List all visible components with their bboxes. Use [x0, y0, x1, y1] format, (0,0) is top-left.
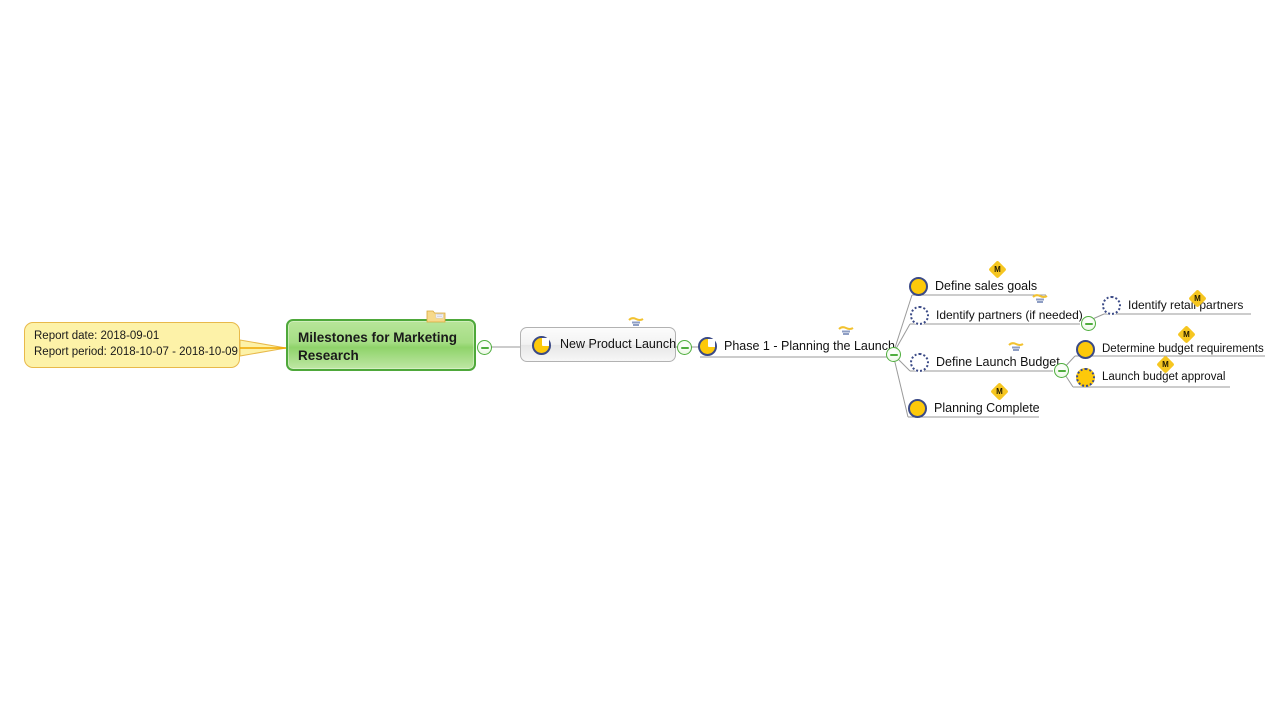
milestone-badge-determine-budget-requirements: M: [1177, 325, 1196, 344]
collapse-button-root[interactable]: [477, 340, 492, 355]
filled-circle-icon: [908, 399, 927, 418]
branch-label: Define sales goals: [935, 279, 1038, 293]
collapse-button-topic[interactable]: [677, 340, 692, 355]
ring-circle-icon: [1102, 296, 1121, 315]
milestone-badge-identify-retail-partners: M: [1188, 289, 1207, 308]
task-note-icon-identify-partners: [1032, 294, 1048, 303]
milestone-letter: M: [1162, 360, 1169, 369]
collapse-button-identify-partners[interactable]: [1081, 316, 1096, 331]
milestone-badge-planning-complete: M: [990, 382, 1009, 401]
milestone-badge-launch-budget-approval: M: [1156, 355, 1175, 374]
folder-icon: [426, 310, 446, 323]
topic-label: New Product Launch: [560, 337, 677, 351]
pie-quarter-icon-phase: [698, 337, 717, 356]
task-note-icon-define-launch-budget: [1008, 342, 1024, 351]
branch-label: Planning Complete: [934, 401, 1040, 415]
filled-circle-icon: [909, 277, 928, 296]
report-period-line: Report period: 2018-10-07 - 2018-10-09: [34, 346, 238, 359]
milestone-badge-define-sales-goals: M: [988, 260, 1007, 279]
root-node[interactable]: Milestones for Marketing Research: [286, 310, 476, 371]
task-note-icon-phase: [838, 326, 854, 335]
phase-label: Phase 1 - Planning the Launch: [724, 339, 895, 353]
pie-quarter-icon: [532, 336, 551, 355]
subbranch-label: Determine budget requirements: [1102, 343, 1264, 355]
subbranch-label: Identify retail partners: [1128, 298, 1244, 312]
milestone-letter: M: [1194, 294, 1201, 303]
collapse-button-phase[interactable]: [886, 347, 901, 362]
milestone-letter: M: [994, 265, 1001, 274]
collapse-button-define-launch-budget[interactable]: [1054, 363, 1069, 378]
ring-circle-icon: [910, 353, 929, 372]
milestone-letter: M: [996, 387, 1003, 396]
milestone-letter: M: [1183, 330, 1190, 339]
root-label: Milestones for Marketing Research: [298, 330, 458, 363]
branch-label: Identify partners (if needed): [936, 308, 1083, 322]
ring-circle-icon: [910, 306, 929, 325]
topic-node-new-product-launch[interactable]: New Product Launch: [520, 327, 676, 362]
filled-dotted-circle-icon: [1076, 368, 1095, 387]
report-date-line: Report date: 2018-09-01: [34, 330, 160, 342]
task-note-icon-topic: [628, 317, 644, 326]
mindmap-canvas: Report date: 2018-09-01 Report period: 2…: [0, 0, 1280, 720]
filled-circle-icon: [1076, 340, 1095, 359]
branch-label: Define Launch Budget: [936, 355, 1060, 369]
report-info-note[interactable]: Report date: 2018-09-01 Report period: 2…: [24, 322, 240, 368]
